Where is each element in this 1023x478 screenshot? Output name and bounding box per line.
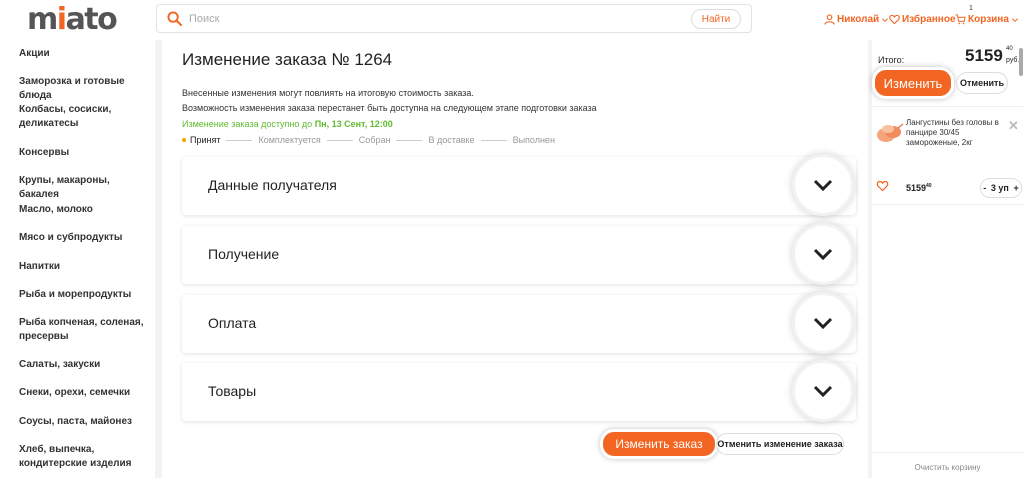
product-price: 515940 — [906, 183, 932, 193]
sidebar-item-dairy[interactable]: Масло, молоко — [19, 203, 144, 217]
availability-note: Возможность изменения заказа перестанет … — [182, 103, 597, 113]
chevron-down-icon — [882, 17, 889, 22]
qty-value: 3 уп — [990, 183, 1009, 193]
cart-icon — [955, 14, 966, 25]
clear-cart-button[interactable]: Очистить корзину — [872, 463, 1023, 472]
expand-button[interactable] — [792, 292, 854, 354]
product-image — [877, 123, 904, 142]
order-edit-panel: Изменение заказа № 1264 Внесенные измене… — [162, 40, 868, 478]
step-divider — [480, 139, 507, 141]
logo[interactable]: miato — [27, 4, 118, 36]
availability-prefix: Изменение заказа доступно до — [182, 119, 313, 129]
expand-button[interactable] — [792, 360, 854, 422]
cancel-button[interactable]: Отменить — [956, 72, 1008, 94]
sidebar-item-meat[interactable]: Мясо и субпродукты — [19, 231, 144, 245]
quantity-stepper[interactable]: - 3 уп + — [980, 178, 1022, 198]
section-receiving[interactable]: Получение — [182, 223, 856, 285]
sidebar-item-snacks[interactable]: Снеки, орехи, семечки — [19, 386, 144, 400]
section-label: Данные получателя — [208, 177, 337, 193]
step-assembled: Собран — [358, 135, 391, 145]
section-label: Получение — [208, 246, 280, 262]
total-currency: руб. — [1006, 57, 1020, 64]
cart-label: Корзина — [968, 14, 1009, 25]
favorites-label: Избранное — [902, 14, 956, 25]
change-order-button[interactable]: Изменить заказ — [600, 429, 718, 459]
search-input[interactable] — [189, 9, 709, 29]
sidebar-item-bakery[interactable]: Хлеб, выпечка, кондитерские изделия — [19, 443, 144, 471]
total-kopeks: 40 — [1006, 46, 1013, 52]
section-label: Оплата — [208, 315, 257, 331]
category-sidebar: Акции Заморозка и готовые блюда Колбасы,… — [0, 40, 155, 478]
search-icon — [167, 11, 182, 26]
change-button[interactable]: Изменить — [872, 67, 954, 99]
qty-minus-button[interactable]: - — [983, 183, 986, 193]
price-value: 5159 — [906, 183, 927, 193]
expand-button[interactable] — [792, 223, 854, 285]
availability-deadline: Изменение заказа доступно до Пн, 13 Сент… — [182, 119, 393, 129]
chevron-down-icon — [813, 317, 833, 330]
divider — [872, 204, 1023, 205]
step-divider — [226, 139, 253, 141]
sidebar-item-frozen[interactable]: Заморозка и готовые блюда — [19, 75, 144, 103]
sidebar-item-seafood[interactable]: Рыба и морепродукты — [19, 288, 144, 302]
cart-summary: Итого: 5159 40 руб. Изменить Отменить Ла… — [872, 40, 1023, 478]
sidebar-item-salads[interactable]: Салаты, закуски — [19, 358, 144, 372]
user-icon — [824, 14, 835, 25]
divider — [872, 452, 1023, 453]
step-completed: Выполнен — [512, 135, 555, 145]
heart-icon — [889, 14, 900, 25]
qty-plus-button[interactable]: + — [1013, 183, 1018, 193]
order-status-steps: Принят Комплектуется Собран В доставке В… — [182, 135, 555, 145]
sidebar-item-drinks[interactable]: Напитки — [19, 260, 144, 274]
price-kopeks: 40 — [926, 183, 932, 189]
section-recipient[interactable]: Данные получателя — [182, 154, 856, 216]
divider — [872, 106, 1023, 107]
header: miato Найти Николай Избранное 1 Корзина — [0, 0, 1023, 40]
cancel-change-button[interactable]: Отменить изменение заказа — [716, 433, 844, 455]
chevron-down-icon — [813, 179, 833, 192]
sidebar-item-sauces[interactable]: Соусы, паста, майонез — [19, 415, 144, 429]
sidebar-item-sausages[interactable]: Колбасы, сосиски, деликатесы — [19, 103, 144, 131]
chevron-down-icon — [813, 385, 833, 398]
page-title: Изменение заказа № 1264 — [182, 50, 393, 69]
step-picking: Комплектуется — [258, 135, 321, 145]
sidebar-item-promotions[interactable]: Акции — [19, 47, 144, 61]
scrollbar[interactable] — [1019, 48, 1023, 76]
sidebar-item-canned[interactable]: Консервы — [19, 146, 144, 160]
search-bar: Найти — [156, 4, 752, 33]
total-value: 5159 — [965, 46, 1003, 65]
step-accepted: Принят — [190, 135, 221, 145]
product-name: Лангустины без головы в панцире 30/45 за… — [906, 118, 999, 147]
chevron-down-icon — [1011, 17, 1018, 22]
sidebar-item-smoked-fish[interactable]: Рыба копченая, соленая, пресервы — [19, 316, 144, 344]
chevron-down-icon — [813, 248, 833, 261]
sidebar-item-grocery[interactable]: Крупы, макароны, бакалея — [19, 174, 144, 202]
change-note: Внесенные изменения могут повлиять на ит… — [182, 88, 474, 98]
section-products[interactable]: Товары — [182, 360, 856, 422]
user-name: Николай — [837, 14, 880, 25]
step-divider — [326, 139, 353, 141]
favorites-link[interactable]: Избранное — [889, 14, 956, 25]
cart-link[interactable]: Корзина — [955, 14, 1019, 25]
search-button[interactable]: Найти — [691, 9, 741, 29]
cart-count: 1 — [969, 5, 973, 12]
heart-icon[interactable] — [876, 180, 889, 192]
status-dot — [182, 138, 186, 142]
user-menu[interactable]: Николай — [824, 14, 889, 25]
section-payment[interactable]: Оплата — [182, 292, 856, 354]
step-delivery: В доставке — [428, 135, 475, 145]
availability-date: Пн, 13 Сент, 12:00 — [314, 119, 393, 129]
step-divider — [396, 139, 423, 141]
remove-item-icon[interactable]: ✕ — [1008, 118, 1019, 134]
section-label: Товары — [208, 383, 257, 399]
expand-button[interactable] — [792, 154, 854, 216]
total-label: Итого: — [878, 55, 905, 65]
